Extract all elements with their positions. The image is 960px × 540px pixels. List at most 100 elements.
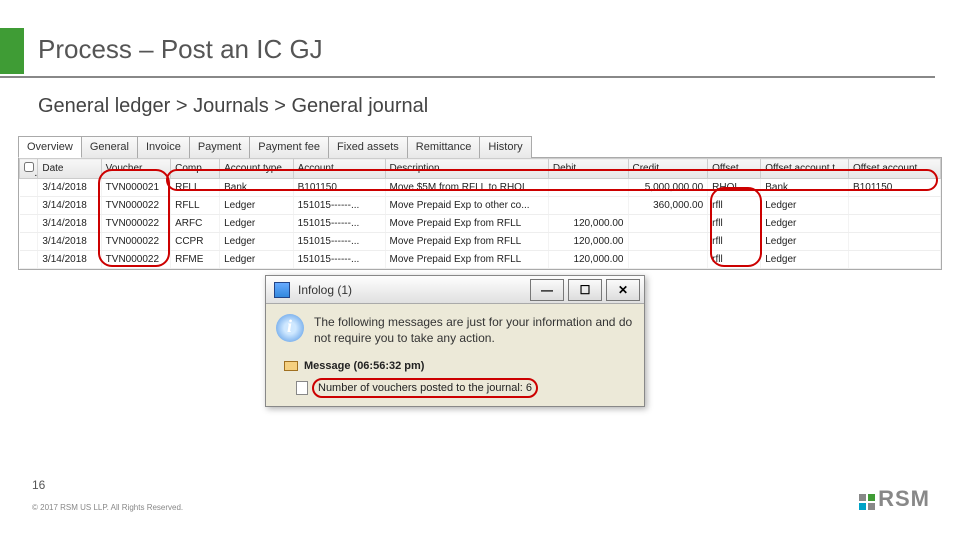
cell-offset-company: rfll — [708, 233, 761, 251]
cell-debit — [548, 179, 628, 197]
journal-grid[interactable]: Date Voucher Comp... Account type Accoun… — [19, 158, 941, 269]
tab-overview[interactable]: Overview — [18, 136, 82, 158]
cell-description: Move Prepaid Exp to other co... — [385, 197, 548, 215]
document-icon — [296, 381, 308, 395]
page-title: Process – Post an IC GJ — [38, 34, 323, 65]
cell-credit: 360,000.00 — [628, 197, 708, 215]
cell-debit: 120,000.00 — [548, 233, 628, 251]
tab-remittance[interactable]: Remittance — [407, 136, 481, 158]
cell-voucher: TVN000022 — [101, 215, 170, 233]
cell-account-type: Bank — [220, 179, 294, 197]
table-row[interactable]: 3/14/2018TVN000022CCPRLedger151015------… — [20, 233, 941, 251]
cell-company: RFLL — [171, 179, 220, 197]
infolog-window[interactable]: Infolog (1) — ☐ ✕ The following messages… — [265, 275, 645, 407]
col-voucher[interactable]: Voucher — [101, 159, 170, 179]
tab-general[interactable]: General — [81, 136, 138, 158]
window-title: Infolog (1) — [298, 283, 530, 297]
journal-grid-area: Overview General Invoice Payment Payment… — [18, 135, 942, 270]
cell-account-type: Ledger — [220, 251, 294, 269]
cell-description: Move $5M from RFLL to RHOL — [385, 179, 548, 197]
annotation-posted-message: Number of vouchers posted to the journal… — [314, 380, 536, 396]
infolog-body: The following messages are just for your… — [266, 304, 644, 356]
col-debit[interactable]: Debit — [548, 159, 628, 179]
cell-debit: 120,000.00 — [548, 215, 628, 233]
posted-vouchers-text: Number of vouchers posted to the journal… — [318, 382, 532, 394]
cell-description: Move Prepaid Exp from RFLL — [385, 251, 548, 269]
cell-offset-account — [849, 233, 941, 251]
cell-offset-account — [849, 197, 941, 215]
breadcrumb: General ledger > Journals > General jour… — [38, 95, 428, 118]
grid-header-row: Date Voucher Comp... Account type Accoun… — [20, 159, 941, 179]
cell-company: RFME — [171, 251, 220, 269]
maximize-button[interactable]: ☐ — [568, 279, 602, 301]
message-line-row[interactable]: Number of vouchers posted to the journal… — [266, 376, 644, 406]
col-company[interactable]: Comp... — [171, 159, 220, 179]
table-row[interactable]: 3/14/2018TVN000022RFMELedger151015------… — [20, 251, 941, 269]
cell-offset-type: Ledger — [761, 215, 849, 233]
cell-date: 3/14/2018 — [38, 251, 101, 269]
col-account[interactable]: Account — [293, 159, 385, 179]
cell-debit — [548, 197, 628, 215]
col-account-type[interactable]: Account type — [220, 159, 294, 179]
info-icon — [276, 314, 304, 342]
cell-debit: 120,000.00 — [548, 251, 628, 269]
cell-account: 151015------... — [293, 215, 385, 233]
cell-account-type: Ledger — [220, 215, 294, 233]
cell-offset-company: rfll — [708, 215, 761, 233]
col-credit[interactable]: Credit — [628, 159, 708, 179]
cell-offset-type: Bank — [761, 179, 849, 197]
tab-strip: Overview General Invoice Payment Payment… — [18, 135, 942, 157]
table-row[interactable]: 3/14/2018TVN000021RFLLBankB101150Move $5… — [20, 179, 941, 197]
copyright: © 2017 RSM US LLP. All Rights Reserved. — [32, 503, 183, 512]
cell-account-type: Ledger — [220, 197, 294, 215]
cell-account: 151015------... — [293, 197, 385, 215]
cell-voucher: TVN000022 — [101, 197, 170, 215]
tab-payment[interactable]: Payment — [189, 136, 250, 158]
cell-credit — [628, 233, 708, 251]
col-description[interactable]: Description — [385, 159, 548, 179]
cell-credit — [628, 215, 708, 233]
tab-history[interactable]: History — [479, 136, 531, 158]
col-offset-account[interactable]: Offset account — [849, 159, 941, 179]
window-title-bar[interactable]: Infolog (1) — ☐ ✕ — [266, 276, 644, 304]
col-check[interactable] — [20, 159, 38, 179]
app-icon — [274, 282, 290, 298]
tab-payment-fee[interactable]: Payment fee — [249, 136, 329, 158]
cell-offset-company: rfll — [708, 197, 761, 215]
cell-account: 151015------... — [293, 251, 385, 269]
logo-squares-icon — [859, 494, 875, 510]
cell-company: ARFC — [171, 215, 220, 233]
cell-voucher: TVN000022 — [101, 251, 170, 269]
cell-offset-type: Ledger — [761, 233, 849, 251]
cell-account: B101150 — [293, 179, 385, 197]
cell-company: CCPR — [171, 233, 220, 251]
logo-text: RSM — [878, 488, 930, 510]
cell-date: 3/14/2018 — [38, 233, 101, 251]
rsm-logo: RSM — [859, 488, 930, 510]
tab-invoice[interactable]: Invoice — [137, 136, 190, 158]
grid-wrapper: Date Voucher Comp... Account type Accoun… — [18, 157, 942, 270]
cell-offset-company: rfll — [708, 251, 761, 269]
cell-offset-account: B101150 — [849, 179, 941, 197]
infolog-message: The following messages are just for your… — [314, 314, 634, 346]
col-offset-type[interactable]: Offset account t... — [761, 159, 849, 179]
select-all-checkbox[interactable] — [24, 162, 34, 172]
cell-offset-type: Ledger — [761, 197, 849, 215]
col-offset-company[interactable]: Offset ... — [708, 159, 761, 179]
minimize-button[interactable]: — — [530, 279, 564, 301]
message-header-row[interactable]: Message (06:56:32 pm) — [266, 356, 644, 376]
table-row[interactable]: 3/14/2018TVN000022RFLLLedger151015------… — [20, 197, 941, 215]
cell-description: Move Prepaid Exp from RFLL — [385, 215, 548, 233]
col-date[interactable]: Date — [38, 159, 101, 179]
title-underline — [0, 76, 935, 78]
envelope-icon — [284, 361, 298, 371]
close-button[interactable]: ✕ — [606, 279, 640, 301]
title-bar: Process – Post an IC GJ — [0, 28, 935, 74]
table-row[interactable]: 3/14/2018TVN000022ARFCLedger151015------… — [20, 215, 941, 233]
tab-fixed-assets[interactable]: Fixed assets — [328, 136, 408, 158]
cell-date: 3/14/2018 — [38, 215, 101, 233]
cell-description: Move Prepaid Exp from RFLL — [385, 233, 548, 251]
cell-offset-account — [849, 215, 941, 233]
cell-company: RFLL — [171, 197, 220, 215]
cell-voucher: TVN000022 — [101, 233, 170, 251]
